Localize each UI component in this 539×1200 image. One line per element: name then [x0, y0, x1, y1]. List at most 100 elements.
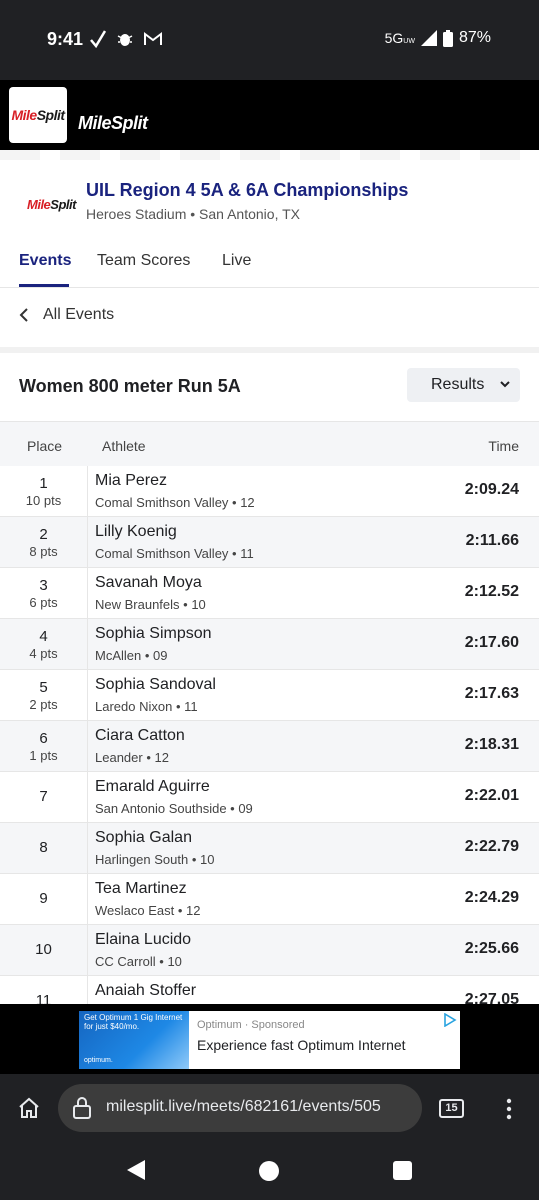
header-stripe [0, 150, 539, 160]
place-number: 2 [39, 526, 48, 543]
battery-level: 87% [458, 29, 491, 46]
table-row[interactable]: 7 Emarald Aguirre San Antonio Southside • … [0, 772, 539, 823]
system-nav-bar [0, 1142, 539, 1200]
place-number: 8 [39, 839, 48, 856]
table-row[interactable]: 36 pts Savanah Moya New Braunfels • 10 2:12… [0, 568, 539, 619]
place-cell: 10 [0, 925, 88, 975]
status-bar: 9:41 5GUW 87% [0, 0, 539, 80]
athlete-name[interactable]: Elaina Lucido [95, 931, 191, 949]
active-tab-indicator [19, 284, 69, 287]
result-time: 2:18.31 [464, 736, 519, 753]
place-cell: 11 [0, 976, 88, 1004]
place-number: 4 [39, 628, 48, 645]
table-row[interactable]: 52 pts Sophia Sandoval Laredo Nixon • 11 2:… [0, 670, 539, 721]
meet-location: Heroes Stadium • San Antonio, TX [86, 206, 300, 222]
place-cell: 8 [0, 823, 88, 873]
table-row[interactable]: 9 Tea Martinez Weslaco East • 12 2:24.29 [0, 874, 539, 925]
athlete-name[interactable]: Lilly Koenig [95, 523, 177, 541]
athlete-name[interactable]: Ciara Catton [95, 727, 185, 745]
battery-icon [442, 29, 453, 47]
ad-source: Optimum · Sponsored [197, 1019, 305, 1031]
tab-switcher-button[interactable]: 15 [439, 1099, 464, 1118]
notification-icons [90, 30, 162, 48]
check-icon [90, 30, 106, 48]
chevron-down-icon [500, 381, 510, 388]
ad-headline: Experience fast Optimum Internet [197, 1037, 406, 1053]
gmail-icon [144, 32, 162, 45]
place-cell: 1 10 pts [0, 466, 88, 516]
place-number: 3 [39, 577, 48, 594]
table-row[interactable]: 10 Elaina Lucido CC Carroll • 10 2:25.66 [0, 925, 539, 976]
home-icon[interactable] [17, 1096, 41, 1120]
result-time: 2:17.60 [464, 634, 519, 651]
athlete-name[interactable]: Anaiah Stoffer [95, 982, 196, 1000]
athlete-name[interactable]: Tea Martinez [95, 880, 187, 898]
table-header: Place Athlete Time [0, 421, 539, 466]
event-title: Women 800 meter Run 5A [19, 376, 241, 396]
all-events-label: All Events [43, 306, 115, 323]
adchoices-icon[interactable] [443, 1013, 457, 1027]
table-row[interactable]: 11 Anaiah Stoffer 2:27.05 [0, 976, 539, 1004]
back-icon[interactable] [126, 1159, 146, 1181]
site-header: MileSplit MileSplit [0, 80, 539, 150]
table-row[interactable]: 1 10 pts Mia Perez Comal Smithson Valley • … [0, 466, 539, 517]
athlete-name[interactable]: Sophia Galan [95, 829, 192, 847]
result-time: 2:22.01 [464, 787, 519, 804]
ad-banner[interactable]: Get Optimum 1 Gig Internet for just $40/… [79, 1011, 460, 1069]
athlete-name[interactable]: Savanah Moya [95, 574, 202, 592]
ad-banner-area: Get Optimum 1 Gig Internet for just $40/… [0, 1004, 539, 1074]
meet-logo: MileSplit [27, 197, 76, 212]
ad-image: Get Optimum 1 Gig Internet for just $40/… [79, 1011, 189, 1069]
tab-events[interactable]: Events [19, 252, 71, 270]
divider [0, 347, 539, 353]
meet-title[interactable]: UIL Region 4 5A & 6A Championships [86, 180, 408, 201]
lock-icon[interactable] [72, 1096, 92, 1120]
place-cell: 61 pts [0, 721, 88, 771]
place-number: 11 [35, 992, 52, 1004]
browser-toolbar: milesplit.live/meets/682161/events/505 1… [0, 1074, 539, 1142]
tab-live[interactable]: Live [222, 252, 251, 270]
view-select[interactable]: Results [407, 368, 520, 402]
recents-icon[interactable] [393, 1161, 412, 1180]
table-row[interactable]: 28 pts Lilly Koenig Comal Smithson Valley … [0, 517, 539, 568]
tab-bar: Events Team Scores Live [0, 250, 539, 288]
network-type: 5GUW [384, 30, 415, 46]
table-row[interactable]: 8 Sophia Galan Harlingen South • 10 2:22.79 [0, 823, 539, 874]
view-select-value: Results [431, 376, 485, 393]
athlete-team-grade: McAllen • 09 [95, 648, 168, 663]
place-points: 10 pts [25, 493, 62, 508]
header-place: Place [27, 438, 63, 454]
athlete-name[interactable]: Sophia Simpson [95, 625, 212, 643]
result-time: 2:25.66 [464, 940, 519, 957]
menu-icon[interactable] [505, 1098, 513, 1120]
table-row[interactable]: 61 pts Ciara Catton Leander • 12 2:18.31 [0, 721, 539, 772]
result-time: 2:17.63 [464, 685, 519, 702]
home-button-icon[interactable] [258, 1160, 280, 1182]
athlete-team-grade: Comal Smithson Valley • 11 [95, 546, 254, 561]
result-time: 2:09.24 [464, 481, 519, 498]
address-bar[interactable]: milesplit.live/meets/682161/events/505 [58, 1084, 422, 1132]
result-time: 2:27.05 [464, 991, 519, 1004]
athlete-team-grade: New Braunfels • 10 [95, 597, 206, 612]
site-wordmark[interactable]: MileSplit [78, 113, 148, 134]
athlete-name[interactable]: Mia Perez [95, 472, 167, 490]
milesplit-logo[interactable]: MileSplit [9, 87, 67, 143]
athlete-team-grade: CC Carroll • 10 [95, 954, 182, 969]
athlete-team-grade: Harlingen South • 10 [95, 852, 215, 867]
place-points: 1 pts [29, 748, 58, 763]
athlete-name[interactable]: Emarald Aguirre [95, 778, 210, 796]
place-cell: 44 pts [0, 619, 88, 669]
athlete-name[interactable]: Sophia Sandoval [95, 676, 216, 694]
place-cell: 36 pts [0, 568, 88, 618]
header-time: Time [488, 438, 519, 454]
athlete-team-grade: Weslaco East • 12 [95, 903, 201, 918]
table-row[interactable]: 44 pts Sophia Simpson McAllen • 09 2:17.60 [0, 619, 539, 670]
athlete-team-grade: Laredo Nixon • 11 [95, 699, 198, 714]
system-status: 5GUW 87% [385, 29, 491, 47]
url-text: milesplit.live/meets/682161/events/505 [106, 1098, 381, 1115]
place-number: 5 [39, 679, 48, 696]
result-time: 2:22.79 [464, 838, 519, 855]
all-events-link[interactable]: All Events [19, 306, 114, 324]
tab-team-scores[interactable]: Team Scores [97, 252, 190, 270]
place-points: 6 pts [29, 595, 58, 610]
